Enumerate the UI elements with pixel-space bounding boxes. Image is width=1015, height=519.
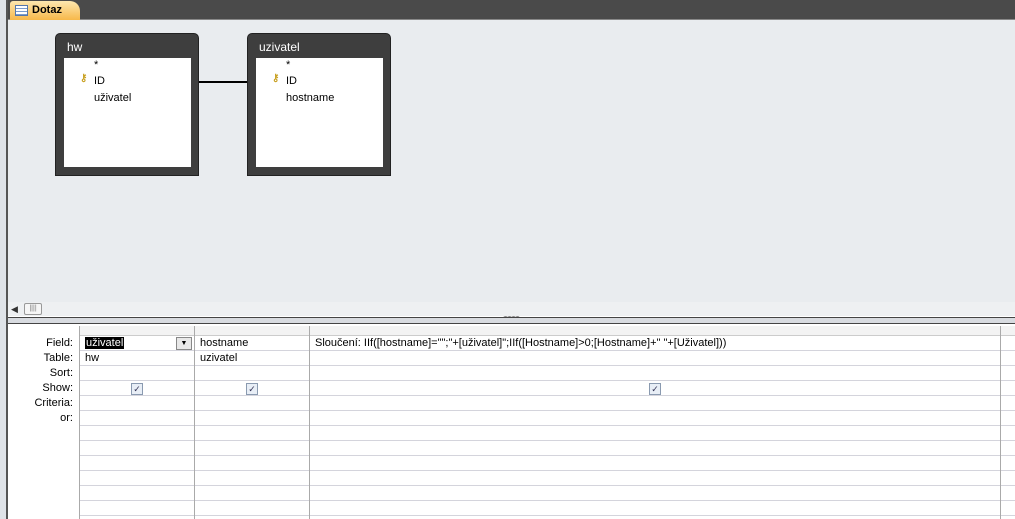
scroll-thumb[interactable]: |||| <box>24 303 42 315</box>
table-title: hw <box>67 40 83 54</box>
grid-row <box>79 381 1015 396</box>
query-icon <box>15 5 28 16</box>
tab-dotaz[interactable]: Dotaz <box>10 1 80 20</box>
field-list: * ⚷ ID uživatel <box>64 58 191 167</box>
field-dropdown-button[interactable]: ▼ <box>176 337 192 350</box>
row-labels: Field: Table: Sort: Show: Criteria: or: <box>8 336 79 426</box>
field-cell-2[interactable]: hostname <box>195 336 248 351</box>
relationship-line <box>199 81 247 83</box>
row-label-field: Field: <box>46 337 73 349</box>
field-list: * ⚷ ID hostname <box>256 58 383 167</box>
field-item[interactable]: uživatel <box>94 92 131 104</box>
key-icon: ⚷ <box>272 73 280 84</box>
key-icon: ⚷ <box>80 73 88 84</box>
scroll-left-icon[interactable]: ◀ <box>11 304 18 315</box>
table-title: uzivatel <box>259 40 300 54</box>
grid-row <box>79 366 1015 381</box>
row-label-sort: Sort: <box>49 367 73 379</box>
field-cell-3[interactable]: Sloučení: IIf([hostname]="";"+[uživatel]… <box>310 336 726 351</box>
table-hw[interactable]: hw * ⚷ ID uživatel <box>55 33 199 176</box>
column-selector-row[interactable] <box>79 326 1015 336</box>
grid-row <box>79 441 1015 456</box>
document-tab-bar: Dotaz <box>8 0 1015 20</box>
left-edge <box>0 0 8 519</box>
grid-row <box>79 456 1015 471</box>
show-checkbox-1[interactable]: ✓ <box>131 383 143 395</box>
field-value[interactable]: uživatel <box>85 337 125 349</box>
row-label-show: Show: <box>42 382 73 394</box>
table-cell-1[interactable]: hw <box>80 351 99 366</box>
row-label-table: Table: <box>43 352 73 364</box>
grid-row <box>79 486 1015 501</box>
grid-row <box>79 426 1015 441</box>
grid-row <box>79 396 1015 411</box>
grid-row <box>79 411 1015 426</box>
table-uzivatel[interactable]: uzivatel * ⚷ ID hostname <box>247 33 391 176</box>
pane-splitter[interactable]: '''''''''''' <box>8 316 1015 324</box>
show-checkbox-2[interactable]: ✓ <box>246 383 258 395</box>
grid-row <box>79 471 1015 486</box>
grid-row <box>79 501 1015 516</box>
field-item[interactable]: ID <box>286 75 297 87</box>
field-item[interactable]: hostname <box>286 92 334 104</box>
column-divider <box>309 326 310 519</box>
horizontal-scrollbar[interactable]: ◀ |||| <box>8 302 1015 316</box>
field-item[interactable]: * <box>286 59 290 71</box>
row-label-or: or: <box>60 412 73 424</box>
row-label-criteria: Criteria: <box>34 397 73 409</box>
field-item[interactable]: ID <box>94 75 105 87</box>
show-checkbox-3[interactable]: ✓ <box>649 383 661 395</box>
tab-label: Dotaz <box>32 4 62 16</box>
field-item[interactable]: * <box>94 59 98 71</box>
field-cell-1[interactable]: uživatel <box>80 336 125 351</box>
column-divider <box>1000 326 1001 519</box>
query-design-grid: Field: Table: Sort: Show: Criteria: or: … <box>8 326 1015 519</box>
table-cell-2[interactable]: uzivatel <box>195 351 237 366</box>
table-pane: hw * ⚷ ID uživatel uzivatel * ⚷ ID hostn… <box>8 20 1015 302</box>
